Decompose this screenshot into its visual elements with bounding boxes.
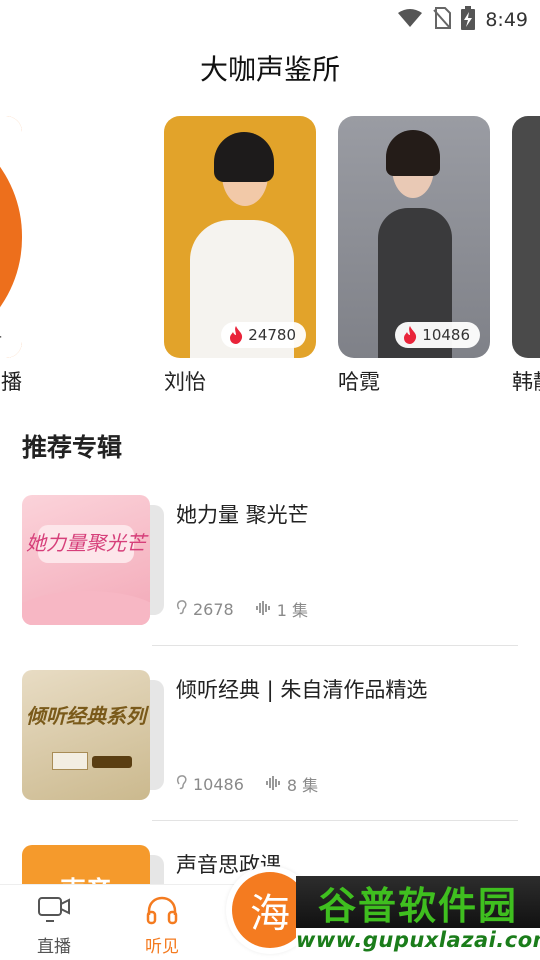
album-item[interactable]: 她力量聚光芒 她力量 聚光芒 2678 1 集 <box>22 495 518 655</box>
artist-photo: 24780 <box>164 116 316 358</box>
artist-card[interactable]: 海 38514 海新闻广播 <box>0 116 22 396</box>
artist-name: 哈霓 <box>338 370 380 394</box>
nav-listen-label: 听见 <box>145 937 179 957</box>
status-bar: 8:49 <box>0 0 540 36</box>
nav-live[interactable]: 直播 <box>14 895 94 957</box>
nav-listen[interactable]: 听见 <box>122 895 202 957</box>
episode-count: 1 集 <box>276 601 308 620</box>
listen-icon <box>176 599 188 619</box>
play-count: 10486 <box>193 774 244 794</box>
watermark: 谷普软件园 www.gupuxlazai.com <box>296 876 540 960</box>
artist-name: 海新闻广播 <box>0 370 22 394</box>
watermark-url: www.gupuxlazai.com <box>296 928 540 958</box>
nav-live-label: 直播 <box>37 937 71 957</box>
artist-card[interactable]: 24780 刘怡 <box>164 116 316 396</box>
status-time: 8:49 <box>485 9 528 31</box>
heat-badge: 24780 <box>221 322 306 348</box>
artist-name: 韩静 <box>512 370 540 394</box>
tv-icon <box>14 895 94 930</box>
episode-count: 8 集 <box>286 776 319 795</box>
heat-badge: 10486 <box>395 322 480 348</box>
heat-count: 38514 <box>0 326 2 344</box>
artist-carousel[interactable]: 海 38514 海新闻广播 24780 刘怡 10486 <box>0 116 540 396</box>
artist-card[interactable]: 韩静 <box>512 116 540 396</box>
album-title: 倾听经典 | 朱自清作品精选 <box>176 678 428 702</box>
cover-text: 倾听经典系列 <box>26 704 146 728</box>
logo-glyph: 海 <box>0 156 20 316</box>
artist-photo: 海 38514 <box>0 116 22 358</box>
section-title: 推荐专辑 <box>22 433 123 462</box>
artist-card[interactable]: 10486 哈霓 <box>338 116 490 396</box>
wifi-icon <box>397 8 423 32</box>
artist-photo: 10486 <box>338 116 490 358</box>
no-sim-icon <box>433 7 452 33</box>
artist-photo <box>512 116 540 358</box>
album-title: 她力量 聚光芒 <box>176 503 309 527</box>
album-cover: 她力量聚光芒 <box>22 495 164 625</box>
play-count: 2678 <box>193 599 234 619</box>
album-meta: 2678 1 集 <box>176 597 330 621</box>
album-meta: 10486 8 集 <box>176 772 340 796</box>
audio-wave-icon <box>265 775 282 794</box>
heat-count: 24780 <box>248 326 296 344</box>
audio-wave-icon <box>255 600 272 619</box>
listen-icon <box>176 774 188 794</box>
divider <box>152 820 518 821</box>
cover-text: 她力量聚光芒 <box>26 531 146 555</box>
battery-charging-icon <box>461 6 476 34</box>
divider <box>152 645 518 646</box>
fire-icon <box>230 326 243 344</box>
heat-count: 10486 <box>422 326 470 344</box>
watermark-logo: 谷普软件园 <box>296 876 540 928</box>
artist-name: 刘怡 <box>164 370 206 394</box>
headphones-icon <box>122 895 202 930</box>
fire-icon <box>404 326 417 344</box>
page-title: 大咖声鉴所 <box>199 53 340 86</box>
album-cover: 倾听经典系列 <box>22 670 164 800</box>
album-item[interactable]: 倾听经典系列 倾听经典 | 朱自清作品精选 10486 8 集 <box>22 670 518 830</box>
